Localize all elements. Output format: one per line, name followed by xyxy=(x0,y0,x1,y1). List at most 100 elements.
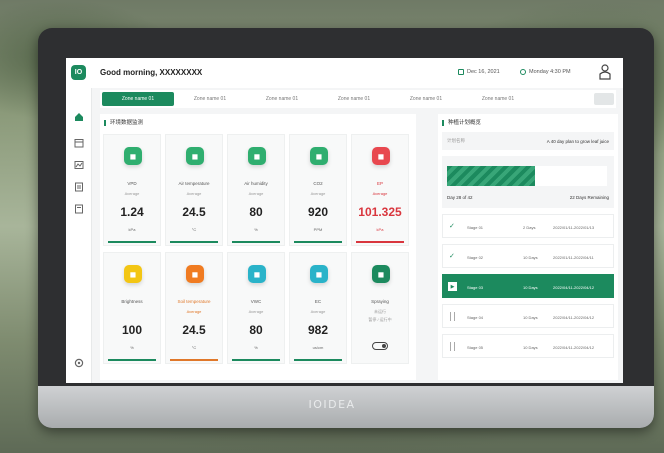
sensor-status-bar xyxy=(232,359,280,361)
sensor-card[interactable]: ◼ EP Average 101.325 kPa xyxy=(351,134,409,246)
stage-row[interactable]: ✓ Stage 01 2 Days 2022/01/11-2022/01/13 xyxy=(442,214,614,238)
sensor-name: Air temperature xyxy=(178,181,210,186)
report-nav-icon[interactable] xyxy=(74,182,84,192)
greeting-text: Good morning, XXXXXXXX xyxy=(100,68,203,77)
sensor-value: 80 xyxy=(249,205,263,219)
play-icon: ▶ xyxy=(448,282,457,291)
sun-icon: ◼ xyxy=(124,265,142,283)
progress-fill xyxy=(447,166,535,186)
date-text: Dec 16, 2021 xyxy=(467,69,500,75)
sensor-card[interactable]: ◼ Air humidity Average 80% xyxy=(227,134,285,246)
sensor-card[interactable]: ◼ Soil temperature Average 24.5 °C xyxy=(165,252,223,364)
sensor-name: Spraying xyxy=(371,299,389,304)
user-icon[interactable] xyxy=(598,64,612,80)
sensor-status-bar xyxy=(170,241,218,243)
tab-zone-6[interactable]: Zone name 01 xyxy=(462,92,534,106)
stage-dates: 2022/01/11-2022/04/11 xyxy=(553,255,594,260)
sensor-value: 24.5 xyxy=(182,205,206,219)
sensor-card[interactable]: ◼ VWC Average 80% xyxy=(227,252,285,364)
sensor-card[interactable]: ◼ CO2 Average 920 PPM xyxy=(289,134,347,246)
sensor-card[interactable]: ◼ Spraying 未运行暂停 / 运行中 xyxy=(351,252,409,364)
sensor-subtitle: Average xyxy=(186,309,202,314)
calendar-nav-icon[interactable] xyxy=(74,138,84,148)
sensor-value: 101.325 xyxy=(358,205,402,219)
stage-row[interactable]: Stage 05 10 Days 2022/04/11-2022/04/12 xyxy=(442,334,614,358)
stage-dates: 2022/04/11-2022/04/12 xyxy=(553,315,595,320)
sensor-value: 982 xyxy=(307,323,329,337)
stage-dates: 2022/04/11-2022/04/12 xyxy=(553,345,595,350)
sensor-subtitle: 未运行 xyxy=(374,309,386,314)
sensor-unit: kPa xyxy=(128,227,136,232)
sensor-subtitle: Average xyxy=(248,309,264,314)
spray-toggle[interactable] xyxy=(372,342,388,350)
check-icon: ✓ xyxy=(449,253,455,260)
water-icon: ◼ xyxy=(248,265,266,283)
device-brand-label: IOIDEA xyxy=(308,398,356,411)
tab-zone-3[interactable]: Zone name 01 xyxy=(246,92,318,106)
sensor-card[interactable]: ◼ Brightness 100% xyxy=(103,252,161,364)
ec-icon: ◼ xyxy=(310,265,328,283)
sensor-unit: kPa xyxy=(376,227,384,232)
sensor-unit: us/cm xyxy=(312,345,324,350)
stage-dates: 2022/01/11-2022/01/13 xyxy=(553,225,595,230)
progress-day-text: Day 28 of 42 xyxy=(447,195,473,200)
sensor-status-bar xyxy=(356,241,404,243)
sensor-unit: % xyxy=(254,227,258,232)
sensor-card[interactable]: ◼ Air temperature Average 24.5 °C xyxy=(165,134,223,246)
sensor-unit: % xyxy=(254,345,258,350)
thermometer-icon: ◼ xyxy=(186,147,204,165)
stage-name: Stage 03 xyxy=(467,285,484,290)
calendar-icon xyxy=(458,69,464,75)
date-display: Dec 16, 2021 xyxy=(458,69,500,75)
sensor-status-bar xyxy=(170,359,218,361)
cloud-icon: ◼ xyxy=(310,147,328,165)
soil-thermometer-icon: ◼ xyxy=(186,265,204,283)
pause-icon xyxy=(450,342,455,351)
spray-icon: ◼ xyxy=(372,265,390,283)
leaf-icon: ◼ xyxy=(124,147,142,165)
sensor-card[interactable]: ◼ VPD Average 1.24 kPa xyxy=(103,134,161,246)
stage-duration: 10 Days xyxy=(523,255,538,260)
sensor-name: Soil temperature xyxy=(177,299,211,304)
progress-track xyxy=(447,166,607,186)
monitor-title: 环境数据监测 xyxy=(104,120,143,126)
sensor-name: EP xyxy=(376,181,383,186)
tab-zone-5[interactable]: Zone name 01 xyxy=(390,92,462,106)
clock-icon xyxy=(520,69,526,75)
pressure-icon: ◼ xyxy=(372,147,390,165)
app-logo[interactable]: IO xyxy=(71,65,86,80)
tab-zone-4[interactable]: Zone name 01 xyxy=(318,92,390,106)
tab-zone-1[interactable]: Zone name 01 xyxy=(102,92,174,106)
stage-row[interactable]: Stage 04 10 Days 2022/04/11-2022/04/12 xyxy=(442,304,614,328)
plan-overview-panel: 种植计划概览 计划名称 A 40 day plan to grow leaf j… xyxy=(438,114,618,380)
time-text: Monday 4:30 PM xyxy=(529,69,571,75)
sensor-subtitle: Average xyxy=(372,191,388,196)
stage-name: Stage 05 xyxy=(467,345,484,350)
stage-row[interactable]: ✓ Stage 02 10 Days 2022/01/11-2022/04/11 xyxy=(442,244,614,268)
sidebar xyxy=(66,88,92,383)
sensor-unit: °C xyxy=(191,345,197,350)
sensor-status-bar xyxy=(294,359,342,361)
stage-name: Stage 04 xyxy=(467,315,484,320)
sensor-name: VPD xyxy=(127,181,137,186)
environment-monitor-panel: 环境数据监测 ◼ VPD Average 1.24 kPa ◼ Air temperatur… xyxy=(100,114,416,380)
stage-name: Stage 02 xyxy=(467,255,484,260)
monitor-nav-icon[interactable] xyxy=(74,160,84,170)
home-icon[interactable] xyxy=(74,112,84,122)
sensor-value: 100 xyxy=(121,323,143,337)
list-nav-icon[interactable] xyxy=(74,204,84,214)
tabs-more-button[interactable] xyxy=(594,93,614,105)
sensor-name: Brightness xyxy=(121,299,143,304)
sensor-status: 暂停 / 运行中 xyxy=(368,317,392,322)
sensor-value: 1.24 xyxy=(120,205,144,219)
app-screen: IO Good morning, XXXXXXXX Dec 16, 2021 M… xyxy=(66,58,623,383)
stage-row[interactable]: ▶ Stage 03 10 Days 2022/04/11-2022/04/12 xyxy=(442,274,614,298)
zone-tabs: Zone name 01 Zone name 01 Zone name 01 Z… xyxy=(100,90,616,108)
sensor-name: EC xyxy=(314,299,322,304)
sensor-card[interactable]: ◼ EC Average 982 us/cm xyxy=(289,252,347,364)
sensor-subtitle: Average xyxy=(124,191,140,196)
tab-zone-2[interactable]: Zone name 01 xyxy=(174,92,246,106)
check-icon: ✓ xyxy=(449,223,455,230)
settings-gear-icon[interactable] xyxy=(74,358,84,368)
stage-name: Stage 01 xyxy=(467,225,484,230)
